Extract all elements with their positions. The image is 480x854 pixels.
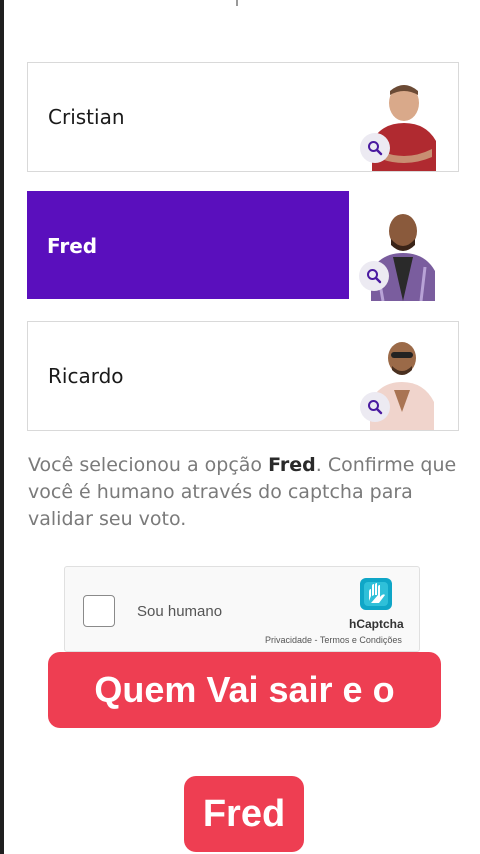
option-name: Fred [47,234,98,258]
info-selected-name: Fred [268,454,316,476]
human-checkbox[interactable] [83,595,115,627]
hcaptcha-widget: Sou humano hCaptcha Privacidade - Termos… [64,566,420,652]
overlay-caption-banner: Quem Vai sair e o [48,652,441,728]
zoom-button[interactable] [360,133,390,163]
captcha-brand: hCaptcha [349,617,404,631]
option-card-fred[interactable]: Fred [27,191,459,301]
zoom-button[interactable] [360,392,390,422]
overlay-caption-badge: Fred [184,776,304,852]
left-edge-bar [0,0,4,854]
magnifier-icon [368,141,383,156]
option-name: Cristian [48,105,125,129]
option-card-cristian[interactable]: Cristian [27,62,459,172]
magnifier-icon [367,269,382,284]
option-name: Ricardo [48,364,124,388]
captcha-label: Sou humano [137,603,223,620]
info-prefix: Você selecionou a opção [28,454,269,476]
top-divider-tick [236,0,238,6]
selection-info-text: Você selecionou a opção Fred. Confirme q… [28,452,468,533]
magnifier-icon [368,400,383,415]
captcha-links[interactable]: Privacidade - Termos e Condições [265,635,402,645]
hcaptcha-logo-icon [360,578,392,610]
zoom-button[interactable] [359,261,389,291]
option-card-ricardo[interactable]: Ricardo [27,321,459,431]
